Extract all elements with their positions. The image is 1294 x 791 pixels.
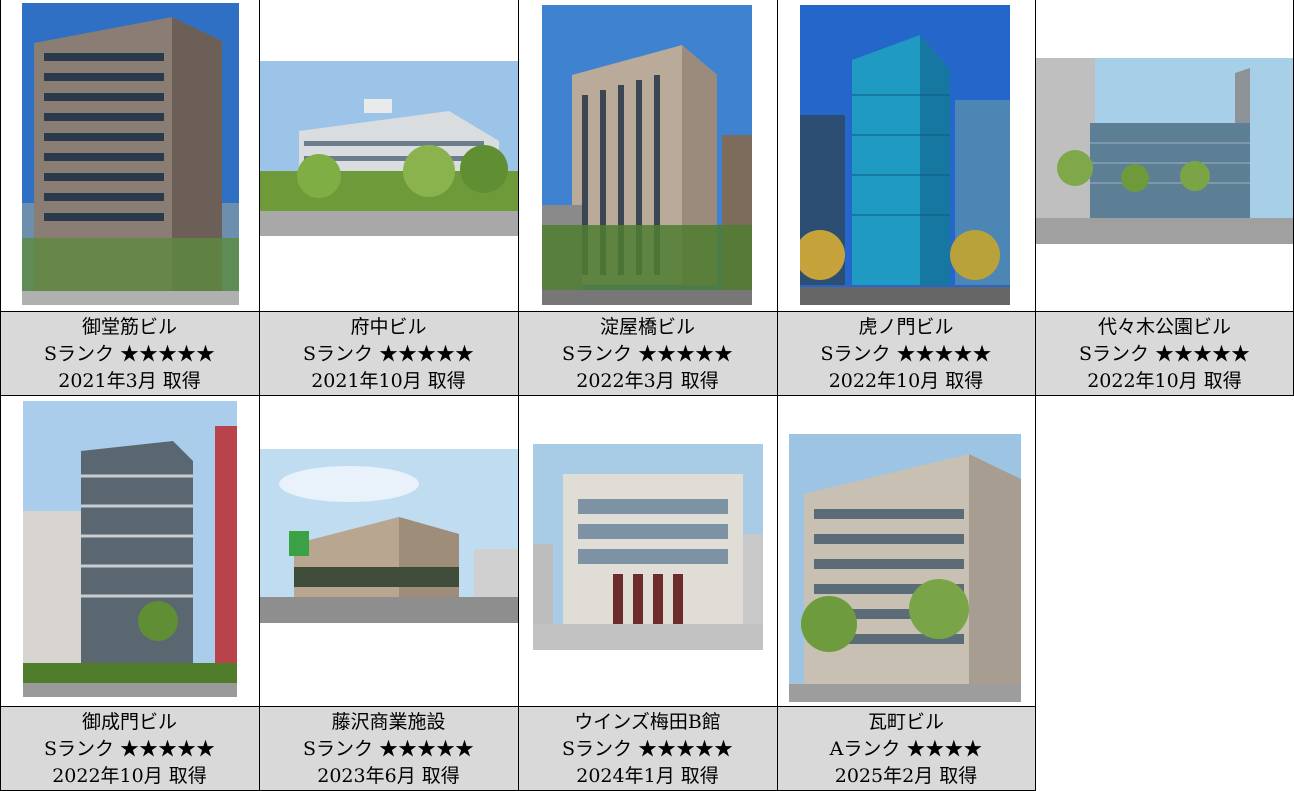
rank-stars: ★★★★★ [120,343,216,365]
acquisition-date: 2022年10月 取得 [52,765,207,787]
building-photo [22,3,239,305]
building-photo [533,444,763,650]
building-caption: 代々木公園ビル Sランク ★★★★★ 2022年10月 取得 [1035,312,1294,396]
building-rank-line: Sランク ★★★★★ [777,341,1035,368]
building-grid: 御堂筋ビル Sランク ★★★★★ 2021年3月 取得 府中ビル Sランク ★★… [0,0,1294,791]
rank-stars: ★★★★★ [638,738,734,760]
building-rank: Sランク [43,738,114,760]
building-rank: Sランク [820,343,891,365]
building-card: 虎ノ門ビル Sランク ★★★★★ 2022年10月 取得 [777,0,1035,396]
building-photo [800,5,1010,305]
rank-stars: ★★★★★ [1155,343,1251,365]
building-name: 淀屋橋ビル [599,316,695,338]
building-rank-line: Sランク ★★★★★ [0,341,259,368]
building-rank-line: Sランク ★★★★★ [518,736,777,763]
building-card: 代々木公園ビル Sランク ★★★★★ 2022年10月 取得 [1035,0,1294,396]
building-rank-line: Sランク ★★★★★ [259,736,518,763]
building-caption: 藤沢商業施設 Sランク ★★★★★ 2023年6月 取得 [259,707,518,791]
building-name: 御堂筋ビル [81,316,177,338]
rank-stars: ★★★★ [906,738,983,760]
acquisition-date: 2022年10月 取得 [1087,370,1242,392]
rank-stars: ★★★★★ [638,343,734,365]
acquisition-date: 2022年10月 取得 [828,370,984,392]
building-caption: 虎ノ門ビル Sランク ★★★★★ 2022年10月 取得 [777,312,1035,396]
acquisition-date: 2025年2月 取得 [834,765,978,787]
rank-stars: ★★★★★ [379,343,475,365]
acquisition-date: 2024年1月 取得 [576,765,719,787]
building-card: 瓦町ビル Aランク ★★★★ 2025年2月 取得 [777,396,1035,791]
grid-line [0,311,1294,312]
building-caption: 瓦町ビル Aランク ★★★★ 2025年2月 取得 [777,707,1035,791]
building-rank: Aランク [829,738,901,760]
building-photo [1035,58,1294,244]
building-photo [259,61,518,236]
rank-stars: ★★★★★ [120,738,216,760]
acquisition-date: 2021年3月 取得 [58,370,201,392]
building-rank: Sランク [561,343,632,365]
acquisition-date: 2022年3月 取得 [576,370,719,392]
building-card: 藤沢商業施設 Sランク ★★★★★ 2023年6月 取得 [259,396,518,791]
building-caption: ウインズ梅田B館 Sランク ★★★★★ 2024年1月 取得 [518,707,777,791]
building-photo [542,5,752,305]
acquisition-date: 2021年10月 取得 [311,370,466,392]
building-rank: Sランク [43,343,114,365]
building-card: ウインズ梅田B館 Sランク ★★★★★ 2024年1月 取得 [518,396,777,791]
building-name: ウインズ梅田B館 [574,711,721,733]
building-photo [789,434,1021,702]
building-name: 藤沢商業施設 [331,711,446,733]
building-caption: 御成門ビル Sランク ★★★★★ 2022年10月 取得 [0,707,259,791]
building-rank-line: Sランク ★★★★★ [259,341,518,368]
building-name: 代々木公園ビル [1097,316,1231,338]
building-card: 淀屋橋ビル Sランク ★★★★★ 2022年3月 取得 [518,0,777,396]
building-rank: Sランク [561,738,632,760]
rank-stars: ★★★★★ [379,738,475,760]
building-rank-line: Sランク ★★★★★ [0,736,259,763]
building-rank: Sランク [302,343,373,365]
rank-stars: ★★★★★ [896,343,992,365]
building-photo [259,449,518,623]
grid-line [0,395,1294,396]
building-name: 瓦町ビル [867,711,944,733]
building-caption: 淀屋橋ビル Sランク ★★★★★ 2022年3月 取得 [518,312,777,396]
building-card: 府中ビル Sランク ★★★★★ 2021年10月 取得 [259,0,518,396]
grid-line [0,706,1036,707]
building-rank-line: Sランク ★★★★★ [1035,341,1294,368]
building-name: 虎ノ門ビル [858,316,954,338]
building-rank: Sランク [1078,343,1149,365]
building-name: 御成門ビル [81,711,177,733]
building-caption: 府中ビル Sランク ★★★★★ 2021年10月 取得 [259,312,518,396]
building-rank-line: Aランク ★★★★ [777,736,1035,763]
acquisition-date: 2023年6月 取得 [317,765,460,787]
building-card: 御成門ビル Sランク ★★★★★ 2022年10月 取得 [0,396,259,791]
building-name: 府中ビル [350,316,427,338]
building-rank: Sランク [302,738,373,760]
building-caption: 御堂筋ビル Sランク ★★★★★ 2021年3月 取得 [0,312,259,396]
building-card: 御堂筋ビル Sランク ★★★★★ 2021年3月 取得 [0,0,259,396]
building-rank-line: Sランク ★★★★★ [518,341,777,368]
building-photo [23,401,237,697]
